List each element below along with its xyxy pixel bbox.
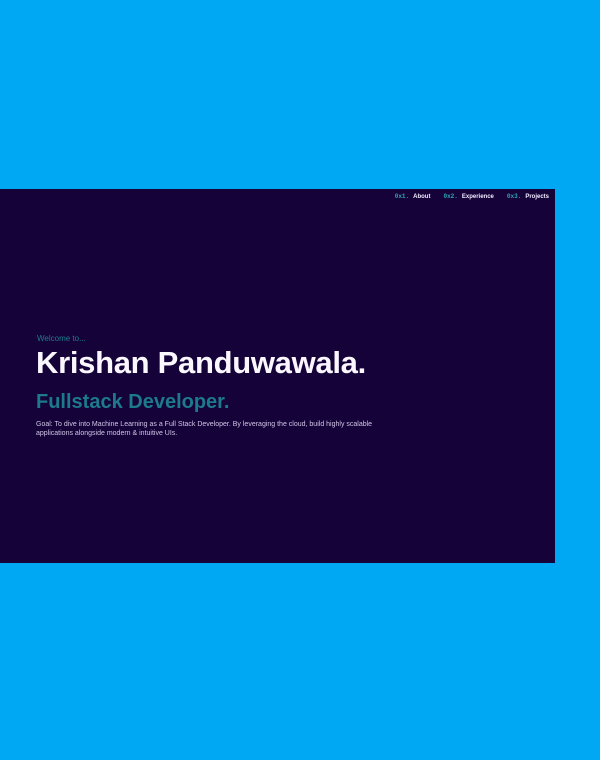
nav-number: 0x2. — [443, 193, 458, 200]
nav-label: Experience — [461, 194, 494, 200]
nav-number: 0x1. — [394, 193, 410, 200]
nav-number: 0x3. — [506, 193, 522, 200]
hero-description: Goal: To dive into Machine Learning as a… — [36, 421, 373, 437]
nav-label: About — [413, 194, 431, 200]
top-navigation: 0x1. About 0x2. Experience 0x3. Projects — [395, 193, 549, 200]
hero-role: Fullstack Developer. — [36, 391, 230, 413]
portfolio-page: 0x1. About 0x2. Experience 0x3. Projects… — [0, 189, 555, 563]
hero-section: Welcome to... Krishan Panduwawala. Fulls… — [36, 334, 416, 438]
nav-link-about[interactable]: 0x1. About — [395, 193, 431, 200]
nav-label: Projects — [525, 194, 549, 200]
nav-link-projects[interactable]: 0x3. Projects — [507, 193, 549, 200]
hero-name: Krishan Panduwawala. — [36, 345, 366, 380]
welcome-text: Welcome to... — [37, 334, 86, 343]
nav-link-experience[interactable]: 0x2. Experience — [443, 193, 493, 200]
